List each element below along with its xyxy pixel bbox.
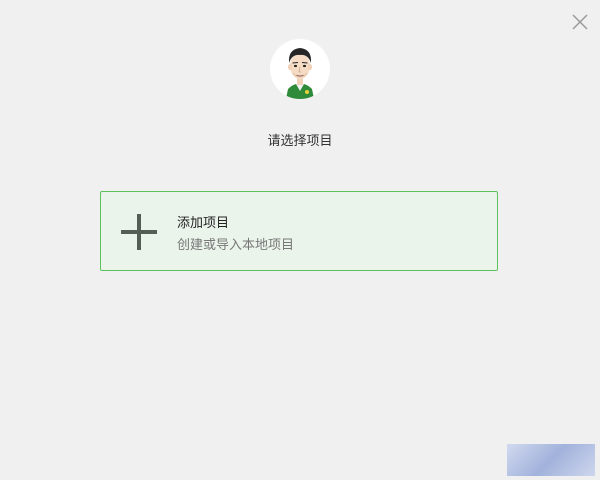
- add-project-title: 添加项目: [177, 216, 230, 231]
- avatar: [270, 39, 330, 99]
- add-project-subtitle: 创建或导入本地项目: [177, 238, 295, 253]
- add-project-card[interactable]: 添加项目 创建或导入本地项目: [100, 191, 498, 271]
- close-button[interactable]: [568, 10, 592, 34]
- plus-icon: [121, 214, 157, 250]
- user-avatar-icon: [286, 48, 314, 99]
- close-icon[interactable]: [568, 10, 592, 34]
- watermark: [507, 444, 595, 476]
- page-title: 请选择项目: [267, 134, 333, 149]
